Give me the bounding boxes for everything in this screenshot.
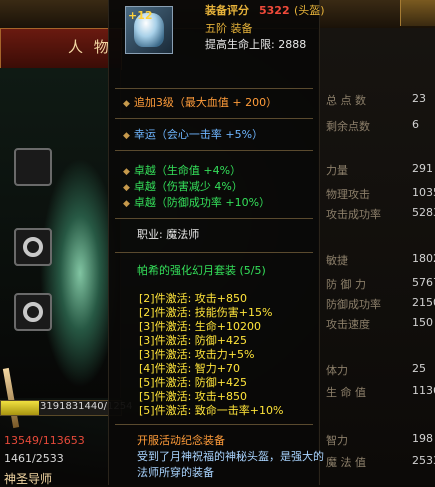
set-bonus: [2]件激活: 攻击+850 — [139, 292, 247, 305]
equip-slot-shield[interactable] — [14, 148, 52, 186]
attr-remaining-points: 剩余点数 6 — [326, 118, 419, 133]
arrow-icon: ◆ — [123, 131, 130, 141]
attr-attack-speed: 攻击速度 150 — [326, 316, 433, 331]
equip-slot-ring-1[interactable] — [14, 228, 52, 266]
score-value: 5322 — [259, 4, 290, 17]
additional-stat: ◆ 追加3级（最大血值 + 200） — [123, 96, 278, 109]
attr-total-points: 总 点 数 23 — [326, 92, 426, 107]
slot-label: (头盔) — [294, 4, 325, 17]
base-stat: 提高生命上限: 2888 — [205, 38, 307, 51]
luck-stat: ◆ 幸运（会心一击率 +5%） — [123, 128, 264, 141]
top-right-ornament — [400, 0, 435, 26]
divider — [115, 150, 313, 151]
arrow-icon: ◆ — [123, 99, 130, 109]
set-title: 帕希的强化幻月套装 (5/5) — [137, 264, 266, 277]
hp-stat: 13549/113653 — [4, 434, 85, 447]
ring-icon — [23, 237, 43, 257]
score-label: 装备评分 — [205, 4, 249, 17]
arrow-icon: ◆ — [123, 183, 130, 193]
attr-intelligence[interactable]: 智力 198 — [326, 432, 435, 448]
staff-icon — [2, 367, 20, 429]
item-icon: +12 — [125, 6, 173, 54]
exp-bar-fill — [1, 401, 40, 415]
attr-defense: 防 御 力5767 — [326, 276, 435, 291]
divider — [115, 88, 313, 89]
attr-agility[interactable]: 敏捷1802 — [326, 252, 435, 268]
divider — [115, 424, 313, 425]
equip-slot-ring-2[interactable] — [14, 293, 52, 331]
attr-attack-rate: 攻击成功率5283 — [326, 206, 435, 221]
set-bonus: [2]件激活: 技能伤害+15% — [139, 306, 273, 319]
window-title: 人 物 — [68, 38, 112, 56]
profession-requirement: 职业: 魔法师 — [137, 228, 200, 241]
attr-mp: 魔 法 值2533 — [326, 454, 435, 469]
excellent-stat: ◆ 卓越（生命值 +4%） — [123, 164, 242, 177]
set-bonus: [5]件激活: 攻击+850 — [139, 390, 247, 403]
set-bonus: [3]件激活: 生命+10200 — [139, 320, 261, 333]
attr-strength[interactable]: 力量 291 — [326, 162, 435, 178]
mp-stat: 1461/2533 — [4, 452, 64, 465]
event-desc-line-1: 受到了月神祝福的神秘头盔，是强大的 — [137, 450, 324, 463]
set-bonus: [4]件激活: 智力+70 — [139, 362, 240, 375]
set-bonus: [3]件激活: 防御+425 — [139, 334, 247, 347]
plus-level: +12 — [128, 9, 153, 22]
divider — [115, 252, 313, 253]
item-tooltip: +12 装备评分 5322 (头盔) 五阶 装备 提高生命上限: 2888 ◆ 追… — [108, 0, 325, 485]
excellent-stat: ◆ 卓越（防御成功率 +10%） — [123, 196, 271, 209]
ring-icon — [23, 302, 43, 322]
event-title: 开服活动纪念装备 — [137, 434, 225, 447]
excellent-stat: ◆ 卓越（伤害减少 4%） — [123, 180, 243, 193]
divider — [115, 118, 313, 119]
set-bonus: [3]件激活: 攻击力+5% — [139, 348, 255, 361]
divider — [115, 218, 313, 219]
arrow-icon: ◆ — [123, 199, 130, 209]
attr-vitality[interactable]: 体力 25 — [326, 362, 435, 378]
equipment-panel — [0, 68, 121, 429]
class-label: 神圣导师 — [4, 472, 53, 486]
attr-defense-rate: 防御成功率2150 — [326, 296, 435, 311]
grade-label: 五阶 装备 — [205, 22, 253, 35]
event-desc-line-2: 法师所穿的装备 — [137, 466, 214, 479]
attr-physical-attack: 物理攻击1035 — [326, 186, 435, 201]
set-bonus: [5]件激活: 防御+425 — [139, 376, 247, 389]
arrow-icon: ◆ — [123, 167, 130, 177]
attr-hp: 生 命 值1136 — [326, 384, 435, 399]
set-bonus: [5]件激活: 致命一击率+10% — [139, 404, 284, 417]
